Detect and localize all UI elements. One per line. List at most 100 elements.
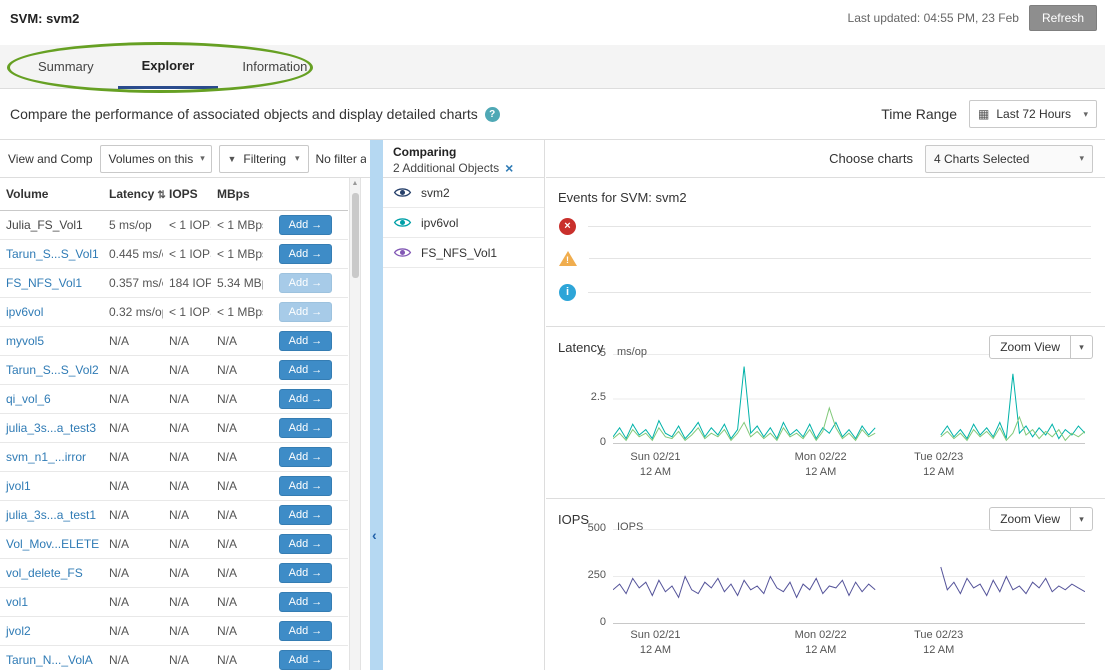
column-header-latency[interactable]: Latency⇅ xyxy=(103,178,163,211)
mbps-cell: < 1 MBps xyxy=(211,240,263,269)
comparing-item[interactable]: FS_NFS_Vol1 xyxy=(383,238,544,268)
zoom-view-button[interactable]: Zoom View xyxy=(989,507,1071,531)
scrollbar-up-arrow[interactable]: ▲ xyxy=(350,180,360,187)
volume-link[interactable]: vol_delete_FS xyxy=(0,559,103,588)
table-row: Tarun_S...S_Vol2N/AN/AN/AAdd → xyxy=(0,356,348,385)
add-button[interactable]: Add → xyxy=(279,505,333,525)
volume-link[interactable]: vol1 xyxy=(0,588,103,617)
comparing-item[interactable]: svm2 xyxy=(383,178,544,208)
add-button[interactable]: Add → xyxy=(279,563,333,583)
choose-charts-value: 4 Charts Selected xyxy=(934,152,1029,166)
add-button[interactable]: Add → xyxy=(279,331,333,351)
latency-cell: N/A xyxy=(103,443,163,472)
add-button[interactable]: Add → xyxy=(279,592,333,612)
latency-cell: N/A xyxy=(103,356,163,385)
latency-chart-card: Latency Zoom View ▾ ms/op 52.50 Sun 02/2… xyxy=(546,326,1105,498)
volume-link[interactable]: Julia_FS_Vol1 xyxy=(0,211,103,240)
zoom-view-caret-button[interactable]: ▾ xyxy=(1071,507,1093,531)
add-button[interactable]: Add → xyxy=(279,476,333,496)
time-range-dropdown[interactable]: ▦ Last 72 Hours ▾ xyxy=(969,100,1097,128)
volumes-table: Volume Latency⇅ IOPS MBps Julia_FS_Vol1 5… xyxy=(0,178,348,670)
eye-icon xyxy=(393,216,412,229)
collapse-panel-handle[interactable]: ‹ xyxy=(370,140,383,670)
volume-link[interactable]: svm_n1_...irror xyxy=(0,443,103,472)
table-row: julia_3s...a_test1N/AN/AN/AAdd → xyxy=(0,501,348,530)
mbps-cell: 5.34 MBps xyxy=(211,269,263,298)
refresh-button[interactable]: Refresh xyxy=(1029,5,1097,31)
add-button[interactable]: Add → xyxy=(279,621,333,641)
volume-link[interactable]: jvol1 xyxy=(0,472,103,501)
volume-link[interactable]: Tarun_N..._VolA xyxy=(0,646,103,670)
x-tick-label: Tue 02/2312 AM xyxy=(914,628,963,658)
sort-icon: ⇅ xyxy=(157,190,165,201)
zoom-view-caret-button[interactable]: ▾ xyxy=(1071,335,1093,359)
volume-link[interactable]: jvol2 xyxy=(0,617,103,646)
add-button[interactable]: Add → xyxy=(279,534,333,554)
add-button[interactable]: Add → xyxy=(279,418,333,438)
iops-cell: < 1 IOPS xyxy=(163,298,211,327)
table-header-row: Volume Latency⇅ IOPS MBps xyxy=(0,178,348,211)
latency-cell: N/A xyxy=(103,559,163,588)
comparing-header: Comparing 2 Additional Objects × xyxy=(383,140,544,178)
latency-cell: N/A xyxy=(103,414,163,443)
add-cell: Add → xyxy=(263,617,348,646)
volume-link[interactable]: ipv6vol xyxy=(0,298,103,327)
clear-comparing-icon[interactable]: × xyxy=(505,161,513,175)
volumes-panel: View and Comp Volumes on this ▾ ▼ Filter… xyxy=(0,140,370,670)
volume-link[interactable]: Vol_Mov...ELETE xyxy=(0,530,103,559)
x-tick-label: Tue 02/2312 AM xyxy=(914,450,963,480)
comparing-item-label: FS_NFS_Vol1 xyxy=(421,246,497,260)
x-tick-label: Mon 02/2212 AM xyxy=(795,450,847,480)
table-scrollbar[interactable]: ▲ xyxy=(349,178,361,670)
volume-link[interactable]: Tarun_S...S_Vol1 xyxy=(0,240,103,269)
add-button[interactable]: Add → xyxy=(279,360,333,380)
column-header-volume[interactable]: Volume xyxy=(0,178,103,211)
add-button[interactable]: Add → xyxy=(279,650,333,670)
chevron-down-icon: ▾ xyxy=(295,153,300,164)
zoom-view-split-button: Zoom View ▾ xyxy=(989,507,1093,531)
mbps-cell: N/A xyxy=(211,588,263,617)
add-button[interactable]: Add → xyxy=(279,215,333,235)
column-header-iops[interactable]: IOPS xyxy=(163,178,211,211)
add-button[interactable]: Add → xyxy=(279,447,333,467)
tab-explorer[interactable]: Explorer xyxy=(118,45,219,89)
latency-cell: N/A xyxy=(103,617,163,646)
comparing-title: Comparing xyxy=(393,145,534,159)
chart-title: IOPS xyxy=(558,512,589,527)
add-cell: Add → xyxy=(263,530,348,559)
latency-cell: N/A xyxy=(103,646,163,670)
object-type-dropdown[interactable]: Volumes on this ▾ xyxy=(100,145,212,173)
iops-cell: N/A xyxy=(163,530,211,559)
tab-information[interactable]: Information xyxy=(218,45,331,88)
volume-link[interactable]: qi_vol_6 xyxy=(0,385,103,414)
choose-charts-dropdown[interactable]: 4 Charts Selected ▾ xyxy=(925,145,1093,173)
eye-icon xyxy=(393,186,412,199)
chevron-down-icon: ▾ xyxy=(200,153,205,164)
mbps-cell: N/A xyxy=(211,530,263,559)
latency-cell: 0.357 ms/o xyxy=(103,269,163,298)
filtering-button[interactable]: ▼ Filtering ▾ xyxy=(219,145,309,173)
add-cell: Add → xyxy=(263,240,348,269)
zoom-view-button[interactable]: Zoom View xyxy=(989,335,1071,359)
volume-link[interactable]: Tarun_S...S_Vol2 xyxy=(0,356,103,385)
iops-cell: N/A xyxy=(163,414,211,443)
volume-link[interactable]: FS_NFS_Vol1 xyxy=(0,269,103,298)
help-icon[interactable]: ? xyxy=(485,107,500,122)
volume-link[interactable]: myvol5 xyxy=(0,327,103,356)
mbps-cell: N/A xyxy=(211,559,263,588)
latency-cell: 0.445 ms/o xyxy=(103,240,163,269)
add-button[interactable]: Add → xyxy=(279,244,333,264)
add-button[interactable]: Add → xyxy=(279,389,333,409)
warning-icon: ! xyxy=(559,251,577,266)
volumes-toolbar: View and Comp Volumes on this ▾ ▼ Filter… xyxy=(0,140,370,178)
tab-summary[interactable]: Summary xyxy=(14,45,118,88)
volume-link[interactable]: julia_3s...a_test3 xyxy=(0,414,103,443)
comparing-item[interactable]: ipv6vol xyxy=(383,208,544,238)
column-header-mbps[interactable]: MBps xyxy=(211,178,263,211)
volume-link[interactable]: julia_3s...a_test1 xyxy=(0,501,103,530)
events-rows: ×!i xyxy=(546,178,1105,326)
zoom-view-split-button: Zoom View ▾ xyxy=(989,335,1093,359)
scrollbar-thumb[interactable] xyxy=(352,193,359,278)
column-header-actions xyxy=(263,178,348,211)
latency-cell: 0.32 ms/op xyxy=(103,298,163,327)
